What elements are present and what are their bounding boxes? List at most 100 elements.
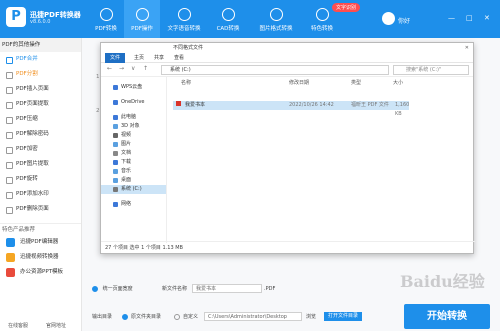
product-pdf-editor[interactable]: 迅捷PDF编辑器 [0,235,81,250]
address-bar[interactable]: 系统 (C:) [161,65,389,75]
search-input[interactable]: 搜索"系统 (C:)" [393,65,469,75]
tree-item-music[interactable]: 音乐 [101,167,166,176]
sidebar-item-compress[interactable]: PDF压缩 [0,112,81,127]
tree-item-system-c[interactable]: 系统 (C:) [101,185,166,194]
list-index-2: 2 [96,108,100,114]
sidebar-item-watermark[interactable]: PDF添加水印 [0,187,81,202]
back-icon[interactable]: ← [107,65,112,72]
tab-pdf-operate[interactable]: PDF操作 [124,0,160,38]
file-ext-label: .PDF [264,286,276,292]
dialog-address-row: ← → ∨ ↑ 系统 (C:) 搜索"系统 (C:)" [101,63,473,77]
watermark-logo: Baidu经验 [400,272,485,291]
up-icon[interactable]: ↑ [143,65,148,72]
dialog-close-icon[interactable]: ✕ [465,43,469,53]
file-open-dialog: 不同格式文件 ✕ 文件 主页 共享 查看 ← → ∨ ↑ 系统 (C:) 搜索"… [100,42,475,254]
output-dir-label: 输出目录 [92,314,113,320]
tree-item-wps[interactable]: WPS云盘 [101,83,166,92]
top-bar: P 迅捷PDF转换器 v8.6.0.0 PDF转换 PDF操作 文字语音转换 C… [0,0,500,38]
product-ppt-template[interactable]: 办公资源PPT模板 [0,265,81,280]
tree-item-documents[interactable]: 文档 [101,149,166,158]
ocr-badge[interactable]: 文字识别 [332,3,361,12]
ribbon-tab-share[interactable]: 共享 [149,53,169,63]
pdf-file-icon [176,101,181,106]
output-path-input[interactable]: C:\Users\Administrator\Desktop [204,312,302,321]
tree-item-this-pc[interactable]: 此电脑 [101,113,166,122]
sidebar-item-rotate[interactable]: PDF旋转 [0,172,81,187]
pdf-operate-icon [135,8,149,21]
tree-item-videos[interactable]: 视频 [101,131,166,140]
tab-image-convert[interactable]: 图片格式转换 [254,0,298,38]
image-icon [269,8,283,21]
ribbon-tab-view[interactable]: 查看 [169,53,189,63]
new-name-input[interactable]: 我爱书本 [192,284,262,293]
col-size[interactable]: 大小 [393,79,403,86]
tab-pdf-convert[interactable]: PDF转换 [88,0,124,38]
ribbon-tab-file[interactable]: 文件 [105,53,126,63]
tree-item-desktop[interactable]: 桌面 [101,176,166,185]
website-link[interactable]: 官网地址 [46,322,66,329]
sidebar: PDF的其他操作 PDF合并 PDF分割 PDF插入页面 PDF页面提取 PDF… [0,38,82,331]
onedrive-icon [113,100,118,105]
pdf-convert-icon [99,8,113,21]
open-folder-button[interactable]: 打开文件目录 [324,312,363,321]
sidebar-item-unlock[interactable]: PDF解除密码 [0,127,81,142]
sidebar-item-insert[interactable]: PDF插入页面 [0,82,81,97]
file-date: 2022/10/26 14:42 [289,102,334,108]
special-icon [315,8,329,21]
file-list-header: 名称 修改日期 类型 大小 [167,77,475,87]
dialog-ribbon: 文件 主页 共享 查看 [101,53,473,63]
merge-width-checkbox[interactable] [92,285,98,292]
sidebar-item-split[interactable]: PDF分割 [0,67,81,82]
music-icon [113,169,118,174]
user-avatar[interactable] [382,12,395,25]
cloud-icon [113,85,118,90]
maximize-icon[interactable]: □ [466,14,473,22]
file-name: 我爱书本 [185,102,206,108]
app-version: v8.6.0.0 [30,19,51,25]
tree-item-downloads[interactable]: 下载 [101,158,166,167]
sidebar-title: PDF的其他操作 [0,38,81,52]
pdf-editor-icon [6,238,15,247]
tree-item-3d[interactable]: 3D 对象 [101,122,166,131]
tree-item-onedrive[interactable]: OneDrive [101,98,166,107]
file-size: 1,160 KB [395,102,410,117]
dialog-status-bar: 27 个项目 选中 1 个项目 1.13 MB [101,241,475,253]
start-convert-button[interactable]: 开始转换 [404,304,490,329]
close-icon[interactable]: ✕ [484,14,490,22]
network-icon [113,202,118,207]
ribbon-tab-home[interactable]: 主页 [129,53,149,63]
picture-icon [113,142,118,147]
cube-icon [113,124,118,129]
new-name-label: 新文件名称 [162,286,188,292]
sidebar-item-image-extract[interactable]: PDF图片提取 [0,157,81,172]
radio-custom[interactable]: 自定义 [174,310,198,324]
col-type[interactable]: 类型 [351,79,361,86]
sidebar-item-delete-page[interactable]: PDF删除页面 [0,202,81,217]
col-name[interactable]: 名称 [181,79,191,86]
sidebar-item-merge[interactable]: PDF合并 [0,52,81,67]
drive-icon [113,187,118,192]
tree-item-pictures[interactable]: 图片 [101,140,166,149]
list-index-1: 1 [96,74,100,80]
tab-text-speech[interactable]: 文字语音转换 [160,0,208,38]
dialog-title-bar: 不同格式文件 ✕ [101,43,473,53]
computer-icon [113,115,118,120]
sidebar-item-extract[interactable]: PDF页面提取 [0,97,81,112]
tab-cad-convert[interactable]: CAD转换 [210,0,246,38]
user-name[interactable]: 你好 [398,16,410,25]
minimize-icon[interactable]: — [448,14,455,22]
product-video-converter[interactable]: 迅捷视频转换器 [0,250,81,265]
browse-button[interactable]: 浏览 [306,310,316,324]
file-type: 福昕王 PDF 文件 [351,102,389,108]
products-title: 特色产品推荐 [0,223,81,235]
document-icon [113,151,118,156]
dropdown-icon[interactable]: ∨ [131,65,135,72]
support-link[interactable]: 在线客服 [8,322,28,329]
file-row[interactable]: 我爱书本 2022/10/26 14:42 福昕王 PDF 文件 1,160 K… [173,101,409,117]
output-name-row: 统一页面宽度 新文件名称 我爱书本 .PDF [92,282,402,296]
radio-original[interactable]: 原文件夹目录 [122,310,161,324]
forward-icon[interactable]: → [119,65,124,72]
sidebar-item-encrypt[interactable]: PDF加密 [0,142,81,157]
tree-item-network[interactable]: 网络 [101,200,166,209]
col-date[interactable]: 修改日期 [289,79,309,86]
